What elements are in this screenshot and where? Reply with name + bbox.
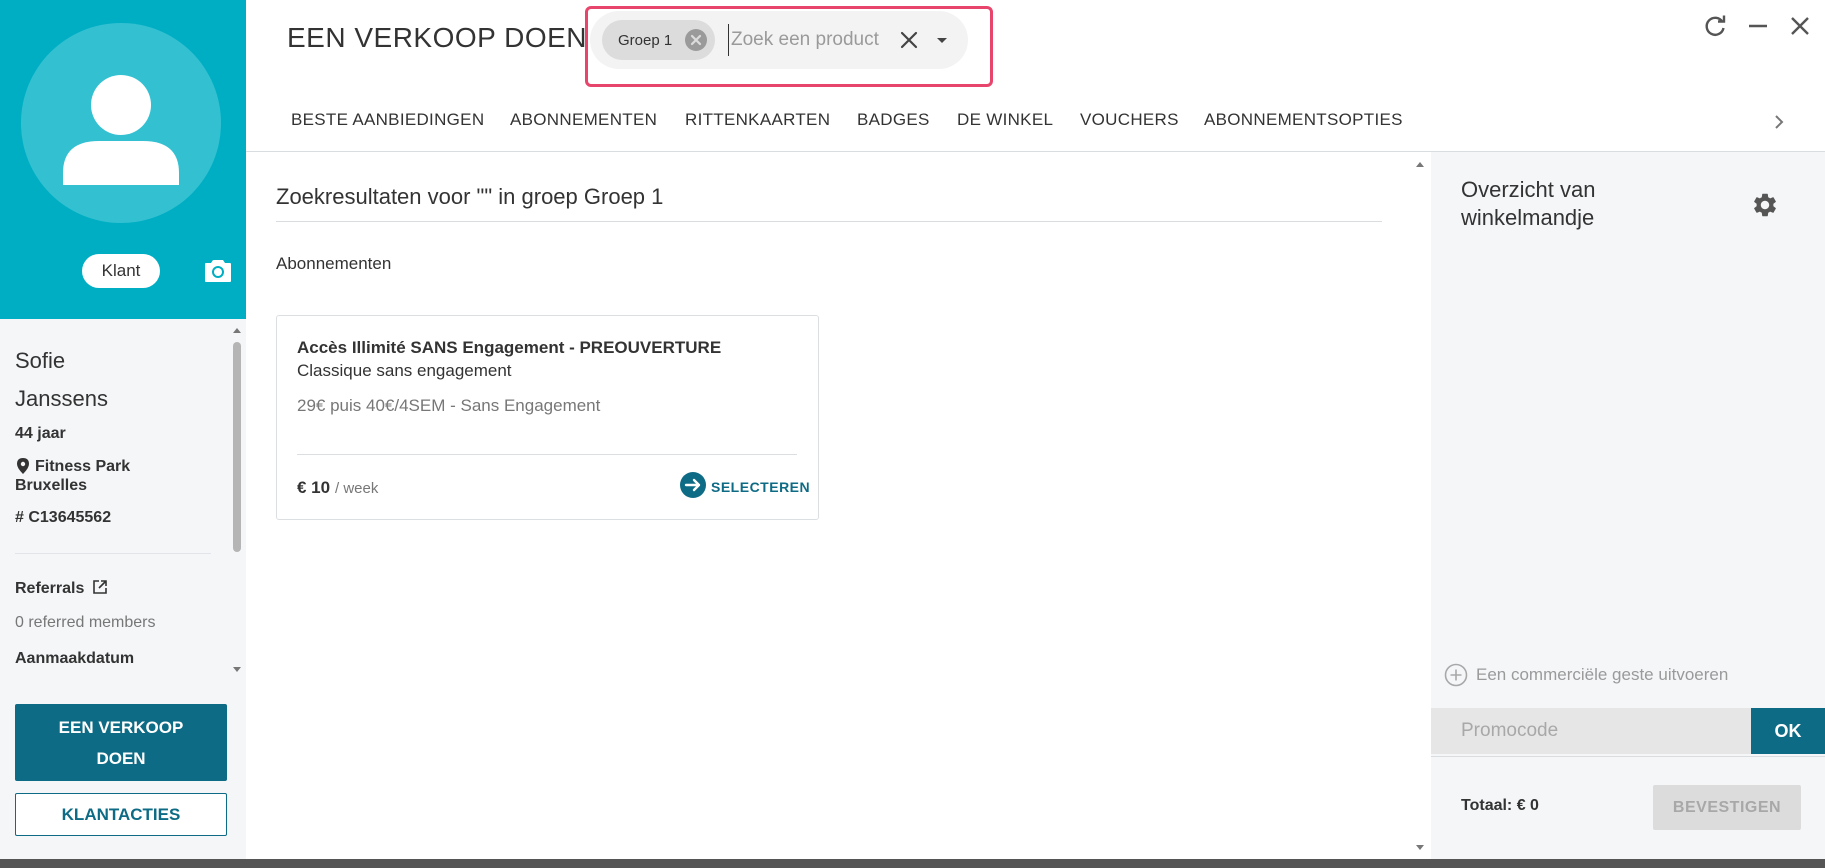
cart-divider [1431, 756, 1825, 757]
client-last-name: Janssens [15, 386, 108, 411]
refresh-icon[interactable] [1702, 13, 1728, 39]
promocode-ok-button[interactable]: OK [1751, 708, 1825, 754]
profile-header: Klant [0, 0, 246, 319]
client-actions-button[interactable]: KLANTACTIES [15, 793, 227, 836]
product-price-unit: / week [335, 480, 379, 497]
client-club-text: Fitness Park Bruxelles [15, 458, 131, 494]
avatar [21, 23, 221, 223]
tab-subscriptions[interactable]: ABONNEMENTEN [510, 110, 657, 130]
tab-shop[interactable]: DE WINKEL [957, 110, 1053, 130]
chevron-right-icon[interactable] [1768, 111, 1790, 133]
created-date-label: Aanmaakdatum [15, 650, 135, 667]
results-title: Zoekresultaten voor "" in groep Groep 1 [276, 184, 664, 209]
tab-ride-cards[interactable]: RITTENKAARTEN [685, 110, 830, 130]
gear-icon[interactable] [1751, 191, 1779, 219]
product-name: Accès Illimité SANS Engagement - PREOUVE… [297, 338, 722, 357]
map-pin-icon [17, 458, 29, 474]
footer-strip [0, 859, 1825, 868]
chevron-down-icon[interactable] [932, 30, 952, 50]
scroll-up-icon[interactable] [1414, 158, 1426, 170]
cart-title: Overzicht van winkelmandje [1461, 177, 1596, 230]
user-silhouette-icon [63, 75, 179, 185]
confirm-button[interactable]: BEVESTIGEN [1653, 785, 1801, 830]
cart-total: Totaal: € 0 [1461, 797, 1539, 814]
chip-remove-icon[interactable] [684, 28, 708, 52]
referred-count: 0 referred members [15, 614, 156, 631]
tab-vouchers[interactable]: VOUCHERS [1080, 110, 1179, 130]
referrals-label: Referrals [15, 580, 85, 597]
make-sale-button[interactable]: EEN VERKOOP DOEN [15, 704, 227, 781]
client-info-panel: Sofie Janssens 44 jaar Fitness Park Brux… [0, 320, 232, 682]
arrow-right-circle-icon[interactable] [679, 471, 707, 499]
select-product-button[interactable]: SELECTEREN [711, 479, 810, 495]
minimize-icon[interactable] [1745, 13, 1771, 39]
commercial-gesture-link[interactable]: Een commerciële geste uitvoeren [1476, 665, 1728, 685]
add-circle-icon[interactable] [1444, 663, 1468, 687]
card-divider [297, 454, 797, 455]
tab-subscription-options[interactable]: ABONNEMENTSOPTIES [1204, 110, 1403, 130]
info-divider [15, 553, 211, 554]
close-icon[interactable] [1787, 13, 1813, 39]
product-card[interactable]: Accès Illimité SANS Engagement - PREOUVE… [276, 315, 819, 520]
client-club: Fitness Park Bruxelles [15, 457, 195, 495]
client-role-badge: Klant [82, 254, 160, 288]
sidebar-scroll-thumb[interactable] [233, 342, 241, 552]
promocode-input[interactable] [1431, 708, 1751, 754]
camera-icon[interactable] [204, 257, 232, 283]
tab-badges[interactable]: BADGES [857, 110, 930, 130]
referrals-link[interactable]: Referrals [15, 580, 107, 598]
product-price: € 10 [297, 478, 331, 497]
section-label: Abonnementen [276, 254, 392, 273]
external-link-icon [93, 580, 107, 594]
client-first-name: Sofie [15, 348, 66, 373]
clear-search-icon[interactable] [898, 29, 920, 51]
client-id: # C13645562 [15, 509, 112, 526]
client-sidebar: Klant Sofie Janssens 44 jaar Fitness Par… [0, 0, 246, 868]
product-subtitle: Classique sans engagement [297, 361, 512, 380]
scroll-down-icon[interactable] [1414, 842, 1426, 854]
page-title: EEN VERKOOP DOEN [287, 22, 588, 53]
product-search-input[interactable] [728, 24, 893, 56]
product-description: 29€ puis 40€/4SEM - Sans Engagement [297, 396, 601, 415]
client-age: 44 jaar [15, 425, 66, 442]
group-chip-label: Groep 1 [618, 31, 673, 49]
results-divider [276, 221, 1382, 222]
tab-best-offers[interactable]: BESTE AANBIEDINGEN [291, 110, 484, 130]
